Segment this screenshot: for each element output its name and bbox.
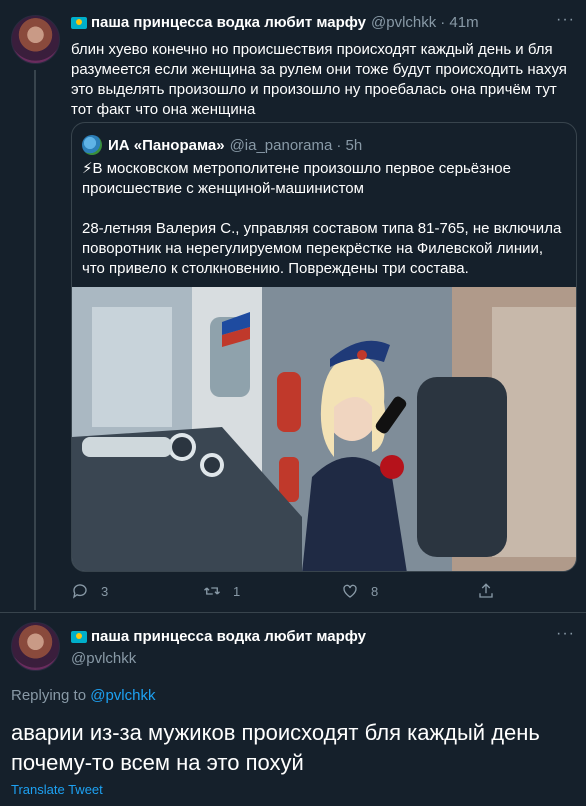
quoted-display-name: ИА «Панорама» (108, 136, 225, 154)
reply-icon (72, 584, 87, 599)
retweet-button[interactable]: 1 (203, 582, 240, 600)
tweet-text: аварии из-за мужиков происходят бля кажд… (11, 720, 540, 775)
avatar[interactable] (11, 15, 60, 64)
metro-driver-photo[interactable] (72, 287, 576, 571)
more-options-icon[interactable]: ··· (556, 11, 575, 29)
quoted-time: · 5h (336, 136, 363, 154)
tweet-header: паша принцесса водка любит марфу @pvlchk… (71, 14, 479, 31)
avatar[interactable] (11, 622, 60, 671)
quoted-tweet-text: ⚡В московском метрополитене произошло пе… (82, 159, 567, 279)
display-name[interactable]: паша принцесса водка любит марфу (91, 14, 366, 31)
quoted-tweet[interactable]: ИА «Панорама» @ia_panorama · 5h ⚡В моско… (71, 122, 577, 572)
thread-connector-line (34, 70, 36, 610)
user-handle[interactable]: @pvlchkk (71, 650, 136, 667)
divider (0, 612, 586, 613)
globe-avatar-icon (82, 135, 102, 155)
replying-to-handle[interactable]: @pvlchkk (90, 687, 155, 704)
tweet-time[interactable]: · 41m (440, 14, 478, 31)
like-button[interactable]: 8 (341, 582, 378, 600)
quoted-tweet-header: ИА «Панорама» @ia_panorama · 5h (82, 135, 362, 155)
quoted-handle: @ia_panorama (229, 136, 333, 154)
replying-to-label: Replying to (11, 687, 91, 704)
tweet-actions: 3 1 8 (71, 582, 511, 602)
kazakhstan-flag-icon (71, 16, 87, 29)
photo-illustration (72, 287, 576, 571)
reply-button[interactable]: 3 (71, 582, 108, 600)
display-name[interactable]: паша принцесса водка любит марфу (91, 628, 366, 645)
tweet-text: блин хуево конечно но происшествия проис… (71, 41, 567, 118)
translate-tweet-link[interactable]: Translate Tweet (11, 782, 103, 797)
more-options-icon[interactable]: ··· (556, 625, 575, 643)
replying-to: Replying to @pvlchkk (11, 687, 155, 704)
share-icon (479, 583, 493, 598)
tweet-header: паша принцесса водка любит марфу (71, 628, 366, 645)
share-button[interactable] (477, 582, 507, 600)
reply-count: 3 (101, 583, 109, 599)
retweet-count: 1 (233, 583, 241, 599)
kazakhstan-flag-icon (71, 630, 87, 643)
like-count: 8 (371, 583, 379, 599)
heart-icon (343, 584, 357, 598)
quoted-text-paragraph-2: 28-летняя Валерия С., управляя составом … (82, 220, 562, 277)
retweet-icon (204, 587, 220, 595)
quoted-text-paragraph-1: ⚡В московском метрополитене произошло пе… (82, 160, 511, 197)
user-handle[interactable]: @pvlchkk (371, 14, 436, 31)
